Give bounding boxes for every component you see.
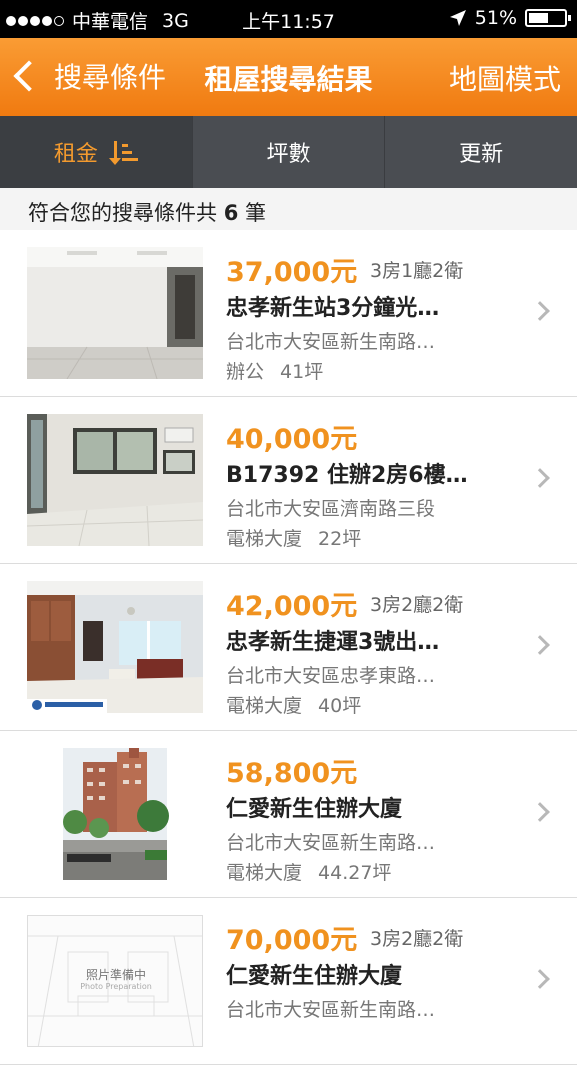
- sort-tab-size[interactable]: 坪數: [193, 116, 386, 188]
- location-arrow-icon: [449, 10, 466, 26]
- sort-descending-icon: [108, 141, 138, 165]
- listing-photo-placeholder: 照片準備中 Photo Preparation: [27, 915, 203, 1047]
- result-count-prefix: 符合您的搜尋條件共: [28, 201, 217, 225]
- photo-placeholder-sublabel: Photo Preparation: [80, 982, 152, 991]
- listing-type: 電梯大廈: [226, 862, 303, 884]
- map-mode-button[interactable]: 地圖模式: [449, 58, 561, 98]
- listing-photo: [27, 748, 203, 880]
- listing-meta: 電梯大廈 40坪: [226, 691, 361, 718]
- chevron-right-icon: [530, 301, 550, 321]
- listing-title: 忠孝新生站3分鐘光…: [226, 296, 440, 321]
- listing-item[interactable]: 58,800元 仁愛新生住辦大廈 台北市大安區新生南路… 電梯大廈 44.27坪: [0, 731, 577, 898]
- listing-size: 40坪: [318, 695, 362, 717]
- listing-item[interactable]: 照片準備中 Photo Preparation 70,000元 3房2廳2衛 仁…: [0, 898, 577, 1065]
- listing-title: 仁愛新生住辦大廈: [226, 964, 403, 989]
- listing-price: 70,000元: [226, 925, 358, 956]
- sort-tab-label: 更新: [459, 142, 504, 167]
- photo-placeholder-label: 照片準備中: [85, 968, 146, 982]
- listing-price: 58,800元: [226, 758, 358, 789]
- battery-percent: 51%: [474, 7, 517, 29]
- listing-photo: [27, 247, 203, 379]
- listing-item[interactable]: 42,000元 3房2廳2衛 忠孝新生捷運3號出… 台北市大安區忠孝東路… 電梯…: [0, 564, 577, 731]
- listing-title: 忠孝新生捷運3號出…: [226, 630, 440, 655]
- listing-address: 台北市大安區新生南路…: [226, 999, 436, 1021]
- battery-icon: [525, 9, 571, 27]
- result-count-number: 6: [223, 201, 239, 225]
- listing-size: 41坪: [280, 361, 324, 383]
- listing-photo: [27, 581, 203, 713]
- listing-type: 電梯大廈: [226, 528, 303, 550]
- chevron-right-icon: [530, 969, 550, 989]
- listing-title: 仁愛新生住辦大廈: [226, 797, 403, 822]
- listing-price: 37,000元: [226, 257, 358, 288]
- listing-address: 台北市大安區濟南路三段: [226, 498, 436, 520]
- sort-tab-rent[interactable]: 租金: [0, 116, 193, 188]
- status-bar: 中華電信 3G 上午11:57 51%: [0, 0, 577, 38]
- listing-address: 台北市大安區新生南路…: [226, 331, 436, 353]
- sort-tab-label: 租金: [53, 142, 98, 167]
- result-count: 符合您的搜尋條件共 6 筆: [0, 188, 577, 230]
- listing-item[interactable]: 40,000元 B17392 住辦2房6樓… 台北市大安區濟南路三段 電梯大廈 2…: [0, 397, 577, 564]
- listing-rooms: 3房2廳2衛: [370, 594, 464, 616]
- listing-type: 電梯大廈: [226, 695, 303, 717]
- listing-item[interactable]: 37,000元 3房1廳2衛 忠孝新生站3分鐘光… 台北市大安區新生南路… 辦公…: [0, 230, 577, 397]
- sort-bar: 租金 坪數 更新: [0, 116, 577, 188]
- listing-size: 22坪: [318, 528, 362, 550]
- listing-address: 台北市大安區忠孝東路…: [226, 665, 436, 687]
- result-count-suffix: 筆: [245, 201, 266, 225]
- chevron-right-icon: [530, 635, 550, 655]
- listing-type: 辦公: [226, 361, 265, 383]
- listing-rooms: 3房1廳2衛: [370, 260, 464, 282]
- sort-tab-updated[interactable]: 更新: [385, 116, 577, 188]
- navigation-bar: 搜尋條件 租屋搜尋結果 地圖模式: [0, 38, 577, 116]
- chevron-right-icon: [530, 468, 550, 488]
- listing-address: 台北市大安區新生南路…: [226, 832, 436, 854]
- sort-tab-label: 坪數: [266, 142, 311, 167]
- listing-title: B17392 住辦2房6樓…: [226, 463, 468, 488]
- listing-meta: 電梯大廈 22坪: [226, 524, 361, 551]
- listing-meta: 電梯大廈 44.27坪: [226, 858, 391, 885]
- listing-price: 40,000元: [226, 424, 358, 455]
- listing-size: 44.27坪: [318, 862, 392, 884]
- listing-list: 37,000元 3房1廳2衛 忠孝新生站3分鐘光… 台北市大安區新生南路… 辦公…: [0, 230, 577, 1065]
- listing-photo: [27, 414, 203, 546]
- chevron-right-icon: [530, 802, 550, 822]
- listing-meta: 辦公 41坪: [226, 357, 323, 384]
- listing-rooms: 3房2廳2衛: [370, 928, 464, 950]
- listing-price: 42,000元: [226, 591, 358, 622]
